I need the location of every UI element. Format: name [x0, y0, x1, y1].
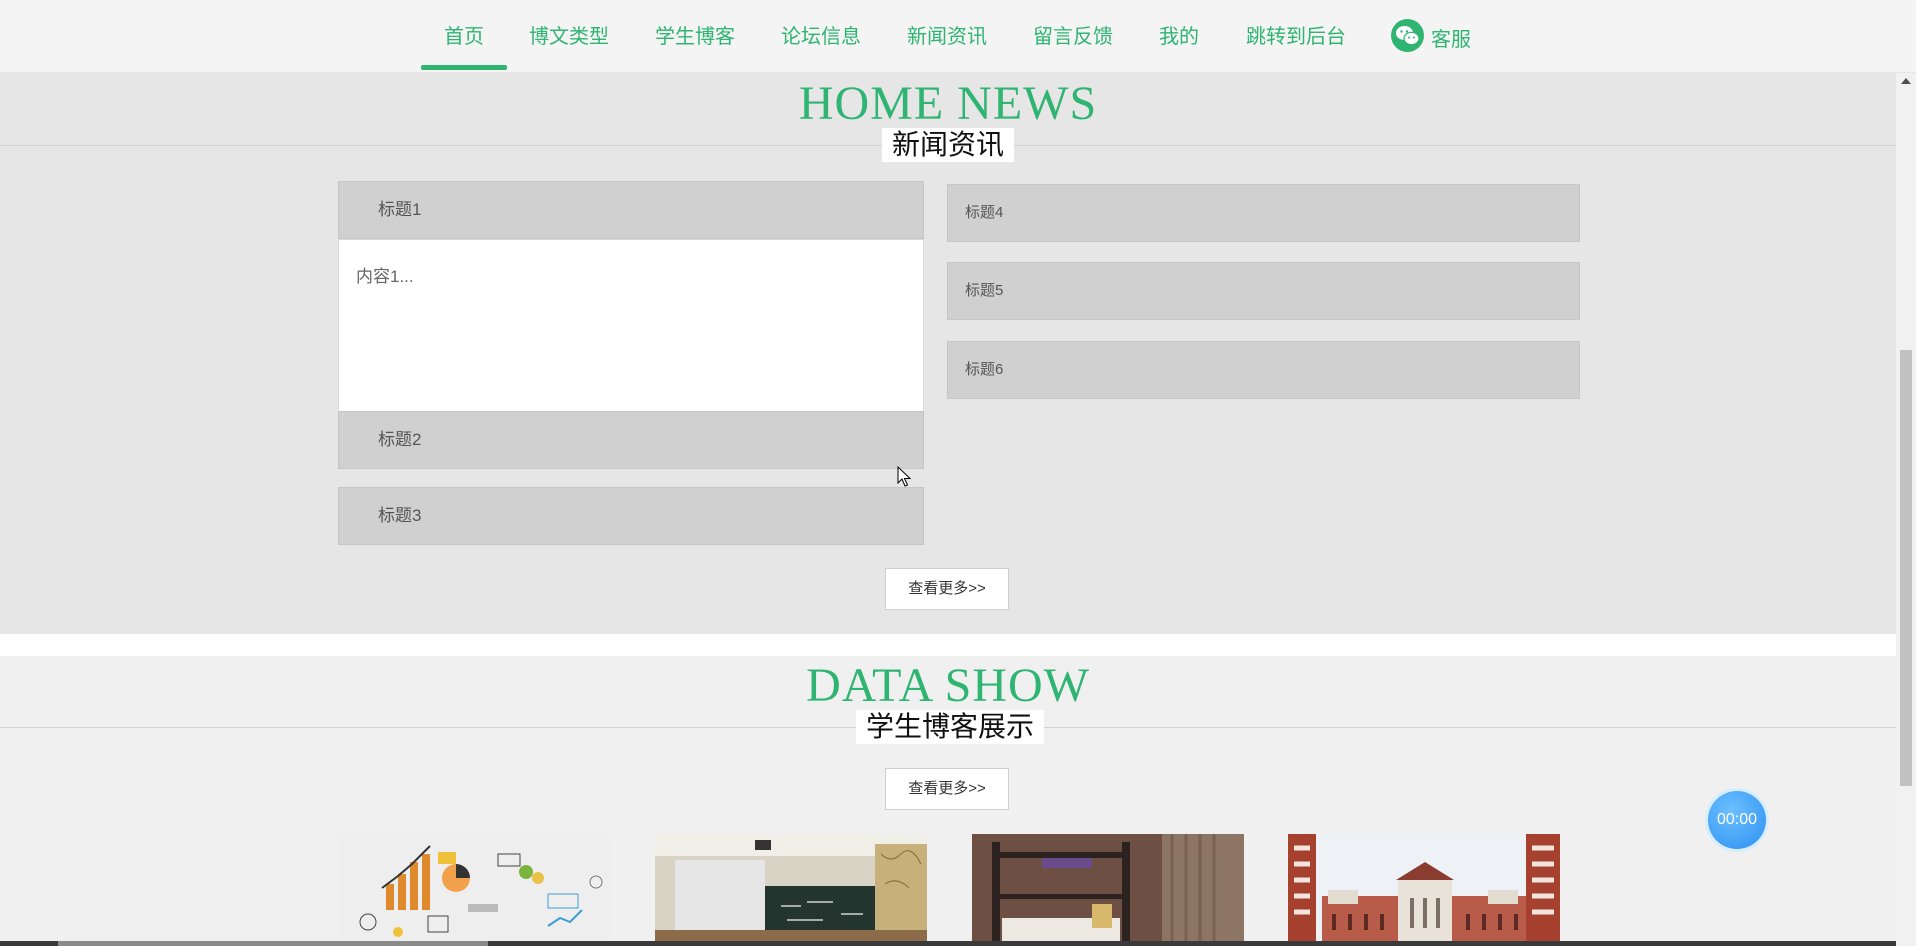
nav-admin-link[interactable]: 跳转到后台 [1244, 0, 1348, 72]
nav-customer-service[interactable]: 客服 [1391, 0, 1473, 72]
classroom-image [655, 834, 927, 946]
vertical-scrollbar[interactable] [1896, 72, 1916, 946]
nav-news[interactable]: 新闻资讯 [906, 0, 988, 72]
news-item-title: 标题6 [965, 361, 1004, 378]
news-section: HOME NEWS 新闻资讯 标题1 内容1... 标题2 标题3 标题4 标题… [0, 72, 1896, 634]
campus-building-image [1288, 834, 1560, 946]
bottom-bar [0, 941, 1896, 946]
mouse-cursor-icon [897, 466, 911, 487]
news-item-title: 标题5 [965, 282, 1004, 299]
news-item-title: 标题4 [965, 204, 1004, 221]
section-gap [0, 634, 1896, 656]
wechat-icon [1391, 19, 1424, 52]
dorm-image [972, 834, 1244, 946]
news-item-2-header[interactable]: 标题2 [338, 411, 924, 469]
news-item-4-header[interactable]: 标题4 [947, 184, 1580, 242]
timer-widget[interactable]: 00:00 [1708, 791, 1766, 849]
data-show-title-en: DATA SHOW [806, 659, 1090, 712]
news-title-cn: 新闻资讯 [882, 128, 1015, 162]
top-nav: 首页 博文类型 学生博客 论坛信息 新闻资讯 留言反馈 我的 跳转到后台 客服 [0, 0, 1916, 73]
news-item-title: 标题2 [378, 430, 422, 449]
news-item-1-header[interactable]: 标题1 [338, 181, 924, 239]
scrollbar-thumb[interactable] [1900, 350, 1912, 786]
news-more-button[interactable]: 查看更多>> [885, 568, 1009, 610]
news-item-title: 标题1 [378, 200, 422, 219]
nav-forum[interactable]: 论坛信息 [780, 0, 862, 72]
news-item-5-header[interactable]: 标题5 [947, 262, 1580, 320]
blog-thumbnail-1[interactable] [338, 834, 610, 946]
news-title-en: HOME NEWS [798, 77, 1098, 130]
data-show-section: DATA SHOW 学生博客展示 查看更多>> [0, 656, 1896, 946]
blog-thumbnail-3[interactable] [972, 834, 1244, 946]
nav-feedback[interactable]: 留言反馈 [1032, 0, 1114, 72]
scroll-up-arrow-icon[interactable] [1901, 78, 1911, 84]
news-item-3-header[interactable]: 标题3 [338, 487, 924, 545]
news-item-6-header[interactable]: 标题6 [947, 341, 1580, 399]
nav-student-blogs[interactable]: 学生博客 [654, 0, 736, 72]
data-show-title-cn: 学生博客展示 [856, 710, 1045, 744]
nav-mine[interactable]: 我的 [1158, 0, 1200, 72]
blog-thumbnail-2[interactable] [655, 834, 927, 946]
news-item-content: 内容1... [356, 267, 414, 286]
service-label: 客服 [1431, 29, 1471, 51]
data-show-more-button[interactable]: 查看更多>> [885, 768, 1009, 810]
infographic-image [338, 834, 610, 946]
nav-home[interactable]: 首页 [421, 0, 507, 72]
nav-blog-types[interactable]: 博文类型 [528, 0, 610, 72]
news-item-title: 标题3 [378, 506, 422, 525]
blog-thumbnail-4[interactable] [1288, 834, 1560, 946]
